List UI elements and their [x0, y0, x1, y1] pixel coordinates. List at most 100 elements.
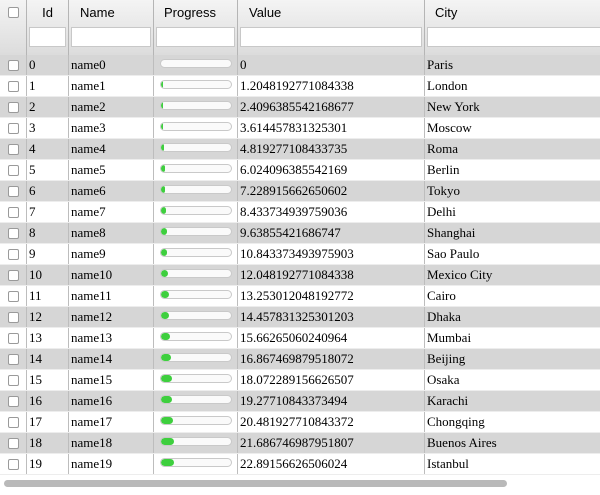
name-cell: name8: [69, 223, 154, 243]
city-cell: Karachi: [427, 393, 469, 408]
select-all-checkbox[interactable]: [8, 7, 19, 18]
progress-cell: [154, 412, 238, 432]
value-cell: 20.481927710843372: [238, 412, 425, 432]
horizontal-scrollbar[interactable]: [0, 475, 600, 495]
id-cell: 4: [27, 139, 69, 159]
row-checkbox[interactable]: [8, 165, 19, 176]
header-progress-column[interactable]: Progress: [154, 0, 238, 55]
table-row[interactable]: 6 name6 7.228915662650602 Tokyo: [0, 181, 600, 202]
progress-cell: [154, 139, 238, 159]
city-cell: Buenos Aires: [427, 435, 497, 450]
header-value-column[interactable]: Value: [238, 0, 425, 55]
progress-fill: [161, 165, 165, 172]
table-row[interactable]: 2 name2 2.4096385542168677 New York: [0, 97, 600, 118]
table-row[interactable]: 8 name8 9.63855421686747 Shanghai: [0, 223, 600, 244]
row-checkbox[interactable]: [8, 228, 19, 239]
id-filter-input[interactable]: [29, 27, 66, 47]
row-checkbox[interactable]: [8, 333, 19, 344]
progress-cell: [154, 202, 238, 222]
name-cell: name1: [69, 76, 154, 96]
city-cell: Sao Paulo: [427, 246, 480, 261]
progress-cell: [154, 181, 238, 201]
table-row[interactable]: 10 name10 12.048192771084338 Mexico City: [0, 265, 600, 286]
data-grid: Id Name Progress Value City 0 name0 0 Paris…: [0, 0, 600, 495]
id-cell: 15: [27, 370, 69, 390]
progress-fill: [161, 333, 171, 340]
city-filter-input[interactable]: [427, 27, 600, 47]
table-row[interactable]: 17 name17 20.481927710843372 Chongqing: [0, 412, 600, 433]
table-row[interactable]: 9 name9 10.843373493975903 Sao Paulo: [0, 244, 600, 265]
id-cell: 1: [27, 76, 69, 96]
table-row[interactable]: 15 name15 18.072289156626507 Osaka: [0, 370, 600, 391]
id-cell: 10: [27, 265, 69, 285]
table-row[interactable]: 13 name13 15.66265060240964 Mumbai: [0, 328, 600, 349]
row-checkbox[interactable]: [8, 270, 19, 281]
city-cell: Chongqing: [427, 414, 485, 429]
name-cell: name16: [69, 391, 154, 411]
progress-fill: [161, 417, 173, 424]
progress-bar: [160, 185, 232, 194]
table-row[interactable]: 18 name18 21.686746987951807 Buenos Aires: [0, 433, 600, 454]
row-select-cell: [0, 391, 27, 411]
city-cell: Cairo: [427, 288, 456, 303]
city-cell: Mumbai: [427, 330, 472, 345]
row-checkbox[interactable]: [8, 417, 19, 428]
row-checkbox[interactable]: [8, 312, 19, 323]
id-cell: 8: [27, 223, 69, 243]
row-checkbox[interactable]: [8, 186, 19, 197]
value-filter-input[interactable]: [240, 27, 422, 47]
row-checkbox[interactable]: [8, 60, 19, 71]
progress-cell: [154, 160, 238, 180]
table-row[interactable]: 19 name19 22.89156626506024 Istanbul: [0, 454, 600, 475]
city-cell: Beijing: [427, 351, 466, 366]
city-cell: Shanghai: [427, 225, 476, 240]
table-row[interactable]: 11 name11 13.253012048192772 Cairo: [0, 286, 600, 307]
table-row[interactable]: 5 name5 6.024096385542169 Berlin: [0, 160, 600, 181]
row-select-cell: [0, 55, 27, 75]
id-cell: 11: [27, 286, 69, 306]
grid-body: 0 name0 0 Paris 1 name1 1.2048192771084338 Lond…: [0, 55, 600, 475]
header-city-column[interactable]: City: [425, 0, 600, 55]
table-row[interactable]: 0 name0 0 Paris: [0, 55, 600, 76]
table-row[interactable]: 7 name7 8.433734939759036 Delhi: [0, 202, 600, 223]
row-checkbox[interactable]: [8, 396, 19, 407]
table-row[interactable]: 4 name4 4.819277108433735 Roma: [0, 139, 600, 160]
header-id-label: Id: [42, 5, 53, 20]
value-cell: 0: [238, 55, 425, 75]
name-cell: name18: [69, 433, 154, 453]
progress-cell: [154, 118, 238, 138]
row-checkbox[interactable]: [8, 207, 19, 218]
id-cell: 0: [27, 55, 69, 75]
scrollbar-thumb[interactable]: [4, 480, 507, 487]
row-checkbox[interactable]: [8, 459, 19, 470]
table-row[interactable]: 14 name14 16.867469879518072 Beijing: [0, 349, 600, 370]
value-cell: 7.228915662650602: [238, 181, 425, 201]
row-checkbox[interactable]: [8, 438, 19, 449]
row-checkbox[interactable]: [8, 123, 19, 134]
header-id-column[interactable]: Id: [27, 0, 69, 55]
progress-filter-input[interactable]: [156, 27, 235, 47]
row-checkbox[interactable]: [8, 144, 19, 155]
table-row[interactable]: 3 name3 3.614457831325301 Moscow: [0, 118, 600, 139]
row-checkbox[interactable]: [8, 354, 19, 365]
name-filter-input[interactable]: [71, 27, 151, 47]
progress-bar: [160, 395, 232, 404]
id-cell: 16: [27, 391, 69, 411]
id-cell: 7: [27, 202, 69, 222]
city-cell: London: [427, 78, 468, 93]
table-row[interactable]: 1 name1 1.2048192771084338 London: [0, 76, 600, 97]
row-checkbox[interactable]: [8, 291, 19, 302]
name-cell: name2: [69, 97, 154, 117]
city-cell: Istanbul: [427, 456, 469, 471]
name-cell: name4: [69, 139, 154, 159]
table-row[interactable]: 12 name12 14.457831325301203 Dhaka: [0, 307, 600, 328]
row-checkbox[interactable]: [8, 249, 19, 260]
value-cell: 22.89156626506024: [238, 454, 425, 474]
header-name-column[interactable]: Name: [69, 0, 154, 55]
row-checkbox[interactable]: [8, 81, 19, 92]
row-checkbox[interactable]: [8, 375, 19, 386]
row-checkbox[interactable]: [8, 102, 19, 113]
id-cell: 17: [27, 412, 69, 432]
table-row[interactable]: 16 name16 19.27710843373494 Karachi: [0, 391, 600, 412]
progress-fill: [161, 81, 164, 88]
